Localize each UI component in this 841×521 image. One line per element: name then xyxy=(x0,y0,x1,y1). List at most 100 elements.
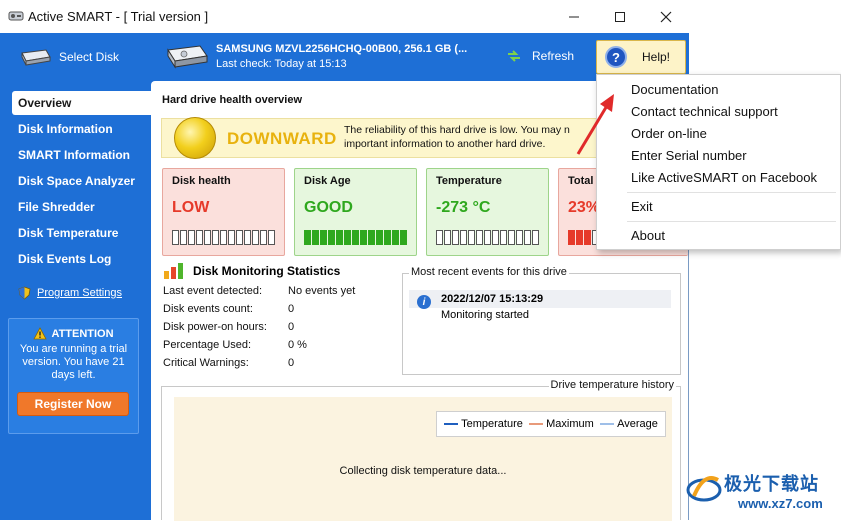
level-segment xyxy=(320,230,327,245)
watermark-logo-icon xyxy=(686,476,722,502)
legend-maximum: Maximum xyxy=(529,418,594,430)
card-label: Disk Age xyxy=(304,175,351,187)
card-label: Disk health xyxy=(172,175,231,187)
menu-item-like-facebook[interactable]: Like ActiveSMART on Facebook xyxy=(631,170,817,185)
minimize-button[interactable] xyxy=(551,0,597,33)
level-segment xyxy=(244,230,251,245)
stats-key: Last event detected: xyxy=(163,285,263,297)
register-now-button[interactable]: Register Now xyxy=(17,392,129,416)
menu-separator xyxy=(627,221,836,222)
attention-panel: ATTENTION You are running a trial versio… xyxy=(8,318,139,434)
stats-key: Disk events count: xyxy=(163,303,253,315)
sidebar-item-disk-temperature[interactable]: Disk Temperature xyxy=(12,221,151,245)
menu-item-about[interactable]: About xyxy=(631,228,665,243)
health-status: DOWNWARD xyxy=(227,129,337,148)
maximize-icon xyxy=(615,11,625,22)
menu-item-contact-support[interactable]: Contact technical support xyxy=(631,104,778,119)
watermark-url: www.xz7.com xyxy=(738,496,823,511)
stats-value: 0 xyxy=(288,303,295,315)
level-segment xyxy=(360,230,367,245)
menu-item-documentation[interactable]: Documentation xyxy=(631,82,718,97)
level-segment xyxy=(508,230,515,245)
level-segment xyxy=(260,230,267,245)
legend-label: Average xyxy=(617,418,658,430)
disk-icon xyxy=(21,49,51,66)
level-segment xyxy=(252,230,259,245)
help-button[interactable]: ? Help! xyxy=(596,40,686,74)
sidebar-item-smart-information[interactable]: SMART Information xyxy=(12,143,151,167)
legend-line xyxy=(529,423,544,425)
last-check-text: Last check: Today at 15:13 xyxy=(216,58,347,70)
menu-item-enter-serial[interactable]: Enter Serial number xyxy=(631,148,747,163)
level-segment xyxy=(196,230,203,245)
section-title: Hard drive health overview xyxy=(162,94,302,106)
legend-line xyxy=(444,423,459,425)
card-value: LOW xyxy=(172,199,210,216)
warning-icon xyxy=(33,327,48,340)
annotation-arrow-icon xyxy=(576,94,614,155)
level-segment xyxy=(484,230,491,245)
temperature-chart-area: Temperature Maximum Average Collecting d… xyxy=(174,397,672,521)
help-menu: Documentation Contact technical support … xyxy=(596,74,841,250)
sidebar-item-file-shredder[interactable]: File Shredder xyxy=(12,195,151,219)
level-segment xyxy=(172,230,179,245)
maximize-button[interactable] xyxy=(597,0,643,33)
sidebar-item-disk-information[interactable]: Disk Information xyxy=(12,117,151,141)
info-icon: i xyxy=(417,295,431,309)
attention-header: ATTENTION xyxy=(9,327,138,340)
stats-row: Disk events count: 0 xyxy=(163,303,383,317)
legend-temperature: Temperature xyxy=(444,418,523,430)
temperature-history-panel: Drive temperature history Temperature Ma… xyxy=(161,379,681,521)
level-segment xyxy=(568,230,575,245)
close-icon xyxy=(660,11,672,22)
close-button[interactable] xyxy=(643,0,689,33)
program-settings-link[interactable]: Program Settings xyxy=(18,286,122,300)
temperature-history-title: Drive temperature history xyxy=(548,379,676,391)
select-disk-button[interactable]: Select Disk xyxy=(18,47,119,67)
menu-item-exit[interactable]: Exit xyxy=(631,199,653,214)
legend-label: Temperature xyxy=(461,418,523,430)
card-temperature[interactable]: Temperature -273 °C xyxy=(426,168,549,256)
level-segment xyxy=(532,230,539,245)
level-segment xyxy=(204,230,211,245)
card-disk-health[interactable]: Disk health LOW xyxy=(162,168,285,256)
level-segment xyxy=(444,230,451,245)
sidebar-item-disk-space-analyzer[interactable]: Disk Space Analyzer xyxy=(12,169,151,193)
question-icon: ? xyxy=(605,46,627,68)
recent-events-panel: Most recent events for this drive i 2022… xyxy=(402,266,681,375)
stats-row: Disk power-on hours: 0 xyxy=(163,321,383,335)
level-segment xyxy=(500,230,507,245)
level-segment xyxy=(304,230,311,245)
sidebar-item-disk-events-log[interactable]: Disk Events Log xyxy=(12,247,151,271)
level-segment xyxy=(524,230,531,245)
toolbar: Select Disk SAMSUNG MZVL2256HCHQ-00B00, … xyxy=(0,33,689,81)
status-orb-icon xyxy=(174,117,216,159)
minimize-icon xyxy=(569,16,579,17)
level-segment xyxy=(312,230,319,245)
stats-key: Percentage Used: xyxy=(163,339,252,351)
select-disk-label: Select Disk xyxy=(59,50,120,64)
menu-separator xyxy=(627,192,836,193)
drive-info[interactable]: SAMSUNG MZVL2256HCHQ-00B00, 256.1 GB (..… xyxy=(216,42,467,72)
level-segment xyxy=(460,230,467,245)
card-disk-age[interactable]: Disk Age GOOD xyxy=(294,168,417,256)
card-label: Temperature xyxy=(436,175,502,187)
sidebar-item-overview[interactable]: Overview xyxy=(12,91,151,115)
card-value: -273 °C xyxy=(436,199,491,216)
drive-name: SAMSUNG MZVL2256HCHQ-00B00, 256.1 GB (..… xyxy=(216,43,468,55)
age-level-bar xyxy=(304,230,407,245)
attention-message: You are running a trial version. You hav… xyxy=(19,343,128,381)
stats-title: Disk Monitoring Statistics xyxy=(193,264,341,278)
legend-average: Average xyxy=(600,418,658,430)
stats-row: Last event detected: No events yet xyxy=(163,285,383,299)
site-watermark: 极光下载站 www.xz7.com xyxy=(680,462,841,520)
menu-item-order-online[interactable]: Order on-line xyxy=(631,126,707,141)
event-date: 2022/12/07 15:13:29 xyxy=(441,293,544,305)
watermark-text: 极光下载站 xyxy=(724,474,819,494)
help-label: Help! xyxy=(642,50,671,64)
sidebar: Overview Disk Information SMART Informat… xyxy=(0,81,151,520)
refresh-button[interactable]: Refresh xyxy=(506,49,574,63)
level-segment xyxy=(452,230,459,245)
shield-icon xyxy=(18,286,31,300)
level-segment xyxy=(352,230,359,245)
